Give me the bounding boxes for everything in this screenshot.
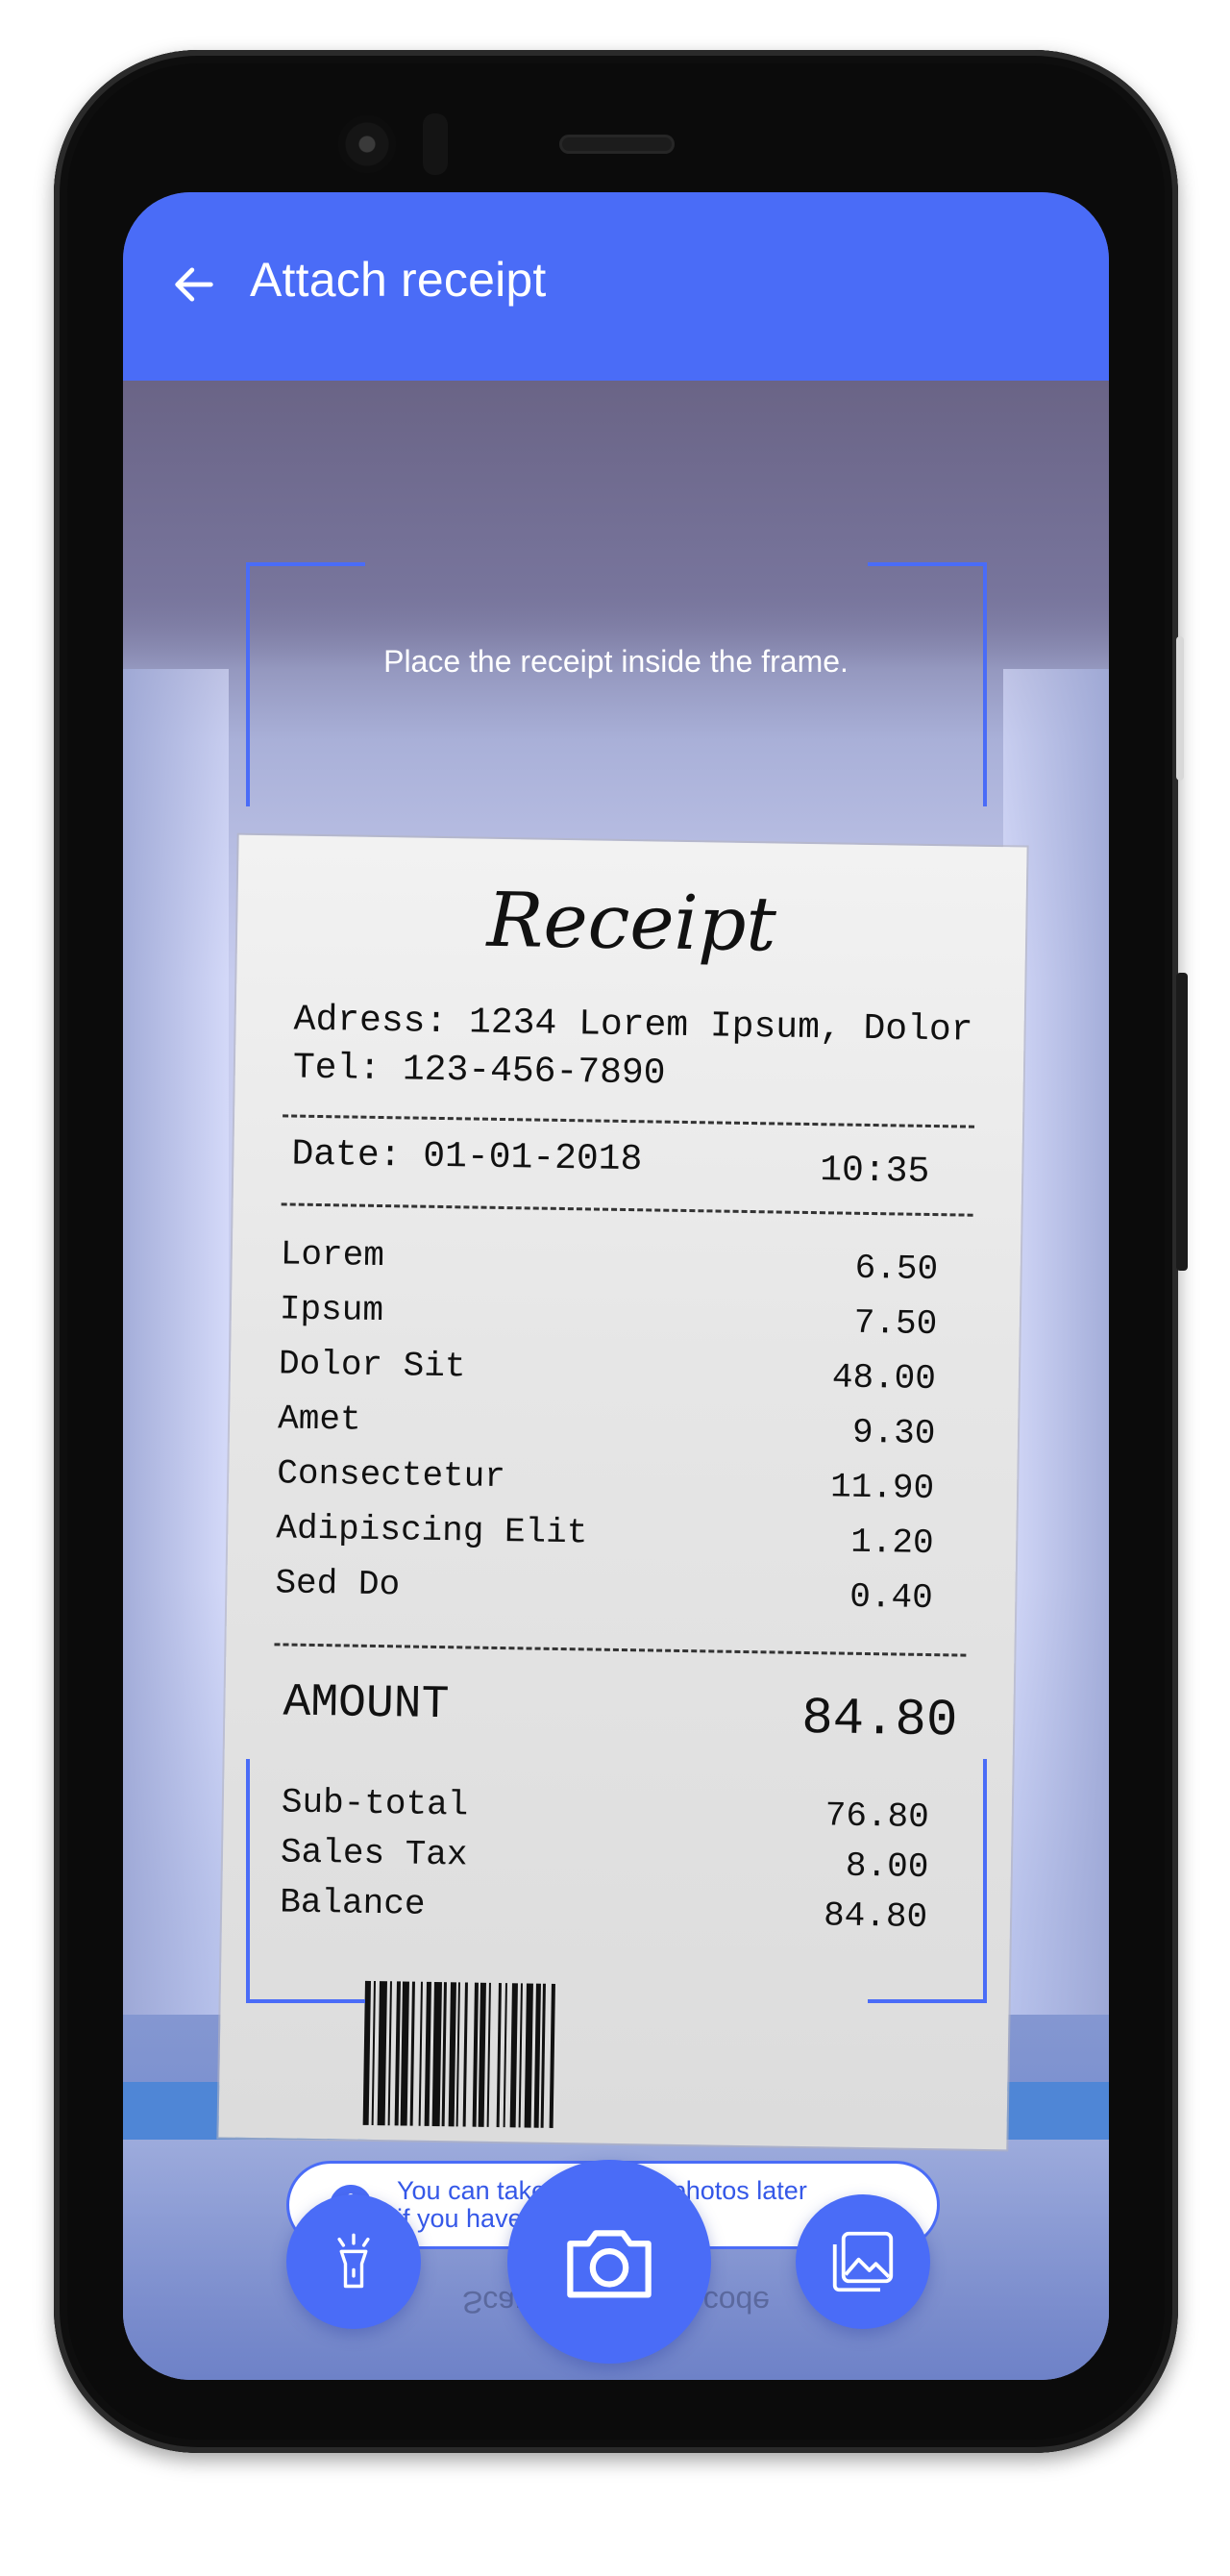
- receipt-divider: [274, 1643, 967, 1657]
- amount-value: 84.80: [800, 1689, 958, 1751]
- back-arrow-icon[interactable]: [169, 260, 219, 310]
- scan-frame-corner-top-left: [246, 562, 365, 806]
- scan-frame-corner-top-right: [868, 562, 987, 806]
- receipt-tel: Tel: 123-456-7890: [292, 1047, 666, 1095]
- receipt-item-name: Ipsum: [279, 1289, 384, 1331]
- app-bar: Attach receipt: [123, 192, 1109, 381]
- capture-button[interactable]: [507, 2160, 711, 2364]
- front-camera-icon: [338, 115, 396, 173]
- receipt-item-name: Adipiscing Elit: [276, 1508, 588, 1553]
- receipt-item-price: 48.00: [831, 1357, 937, 1399]
- phone-frame: Attach receipt Scan the Emallet code Pla…: [54, 50, 1188, 2453]
- proximity-sensor: [423, 113, 448, 175]
- scan-frame-corner-bottom-right: [868, 1759, 987, 2003]
- receipt-item-price: 6.50: [854, 1248, 939, 1290]
- receipt-title: Receipt: [486, 877, 777, 969]
- receipt-item-name: Lorem: [280, 1234, 385, 1276]
- amount-label: AMOUNT: [283, 1676, 450, 1732]
- receipt-item-price: 9.30: [851, 1412, 936, 1454]
- receipt-item-name: Consectetur: [276, 1453, 506, 1498]
- volume-button: [1176, 973, 1188, 1271]
- receipt-item-price: 0.40: [849, 1576, 934, 1619]
- screen: Attach receipt Scan the Emallet code Pla…: [123, 192, 1109, 2380]
- receipt-item-price: 7.50: [853, 1302, 938, 1345]
- power-button: [1176, 636, 1184, 780]
- receipt-item-price: 11.90: [829, 1467, 935, 1509]
- gallery-button[interactable]: [796, 2194, 930, 2329]
- earpiece-speaker: [559, 135, 675, 154]
- flashlight-button[interactable]: [286, 2194, 421, 2329]
- receipt-time: 10:35: [819, 1150, 930, 1193]
- scan-frame-corner-bottom-left: [246, 1759, 365, 2003]
- receipt-item-name: Sed Do: [275, 1563, 401, 1605]
- receipt-item-name: Dolor Sit: [278, 1344, 466, 1387]
- camera-icon: [567, 2230, 652, 2298]
- flashlight-icon: [337, 2233, 370, 2289]
- receipt-divider: [283, 1114, 975, 1128]
- receipt-item-name: Amet: [277, 1399, 361, 1440]
- display-stand-left: [123, 669, 229, 2015]
- receipt-divider: [281, 1202, 973, 1217]
- page-title: Attach receipt: [250, 253, 547, 307]
- receipt-date: Date: 01-01-2018: [291, 1133, 643, 1181]
- barcode: [362, 1980, 865, 2133]
- receipt-item-price: 1.20: [849, 1522, 934, 1564]
- receipt-address: Adress: 1234 Lorem Ipsum, Dolor: [293, 999, 973, 1052]
- gallery-icon: [832, 2231, 894, 2292]
